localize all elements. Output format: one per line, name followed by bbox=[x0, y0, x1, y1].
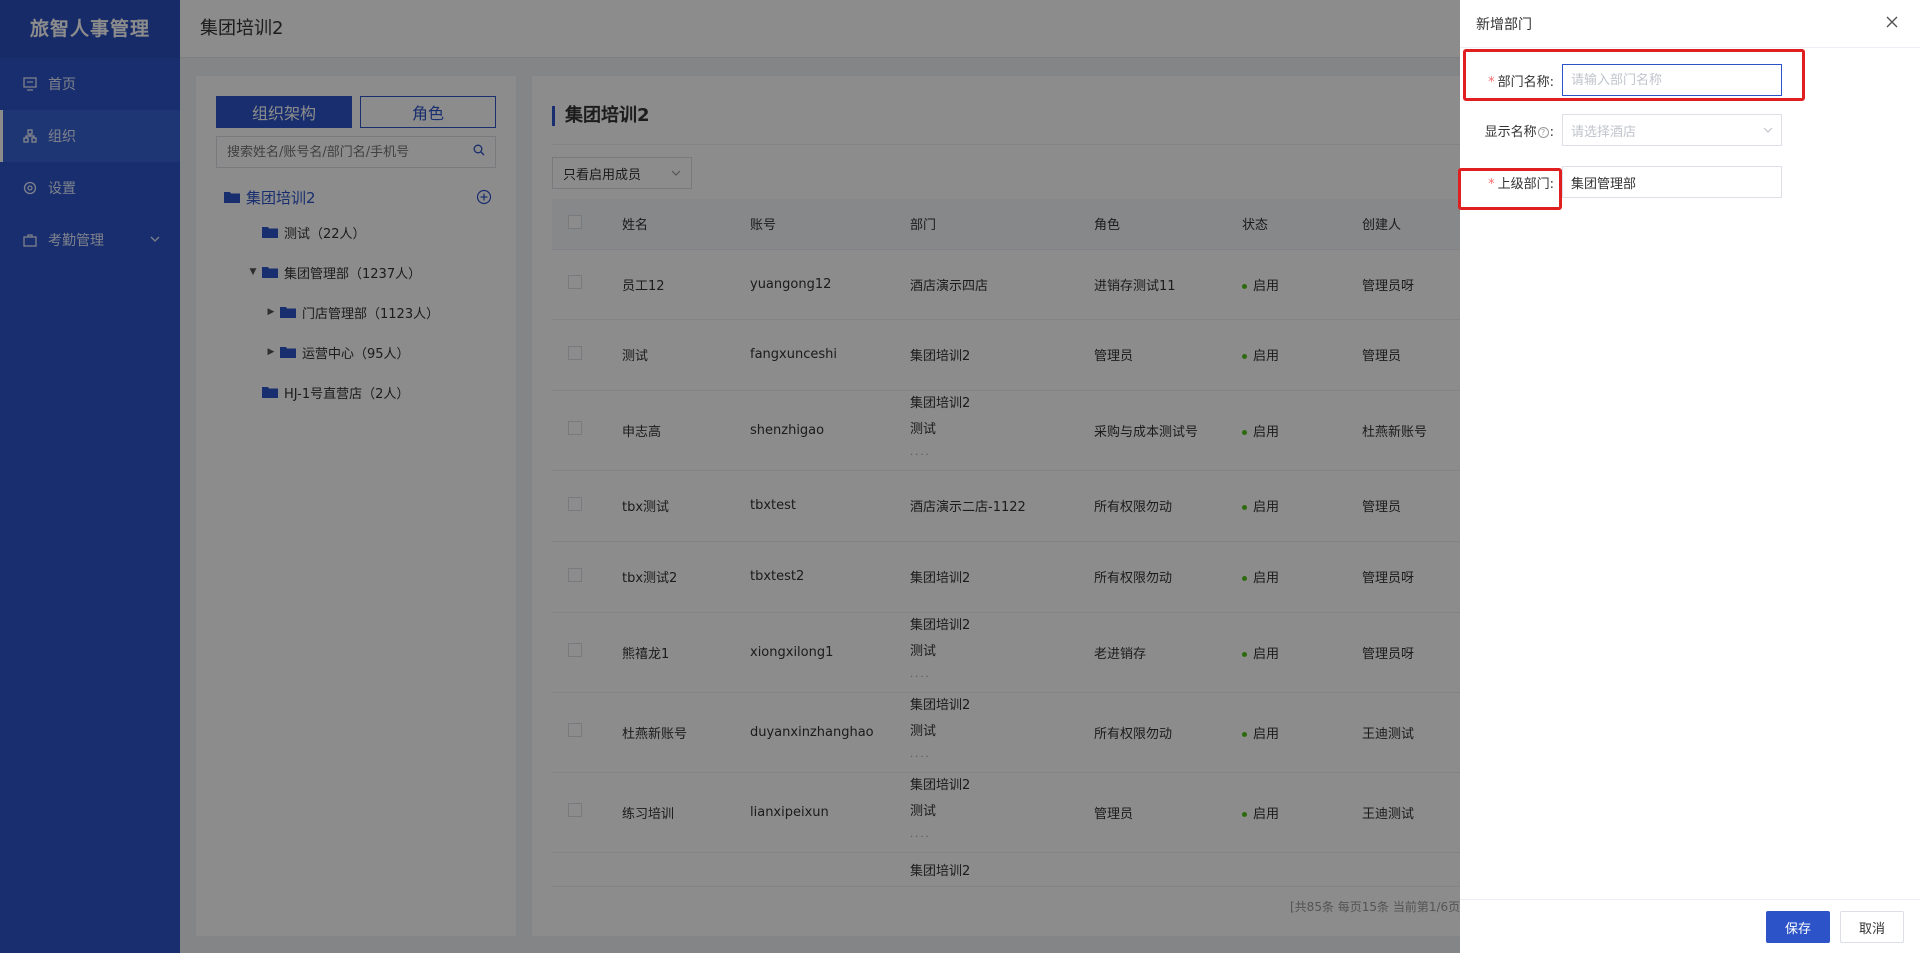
drawer-title: 新增部门 bbox=[1476, 16, 1532, 33]
parent-dept-field[interactable]: 集团管理部 bbox=[1562, 166, 1782, 198]
close-icon[interactable] bbox=[1884, 14, 1902, 32]
highlight-box-parent-dept bbox=[1458, 168, 1562, 210]
highlight-box-dept-name bbox=[1463, 49, 1805, 101]
add-department-drawer: 新增部门 *部门名称: 显示名称?: 请选择酒店 *上级部门: 集团管理部 保存… bbox=[1458, 0, 1920, 953]
save-button[interactable]: 保存 bbox=[1766, 911, 1830, 943]
display-name-row: 显示名称?: 请选择酒店 bbox=[1476, 114, 1782, 146]
display-name-select[interactable]: 请选择酒店 bbox=[1562, 114, 1782, 146]
help-circle-icon[interactable]: ? bbox=[1537, 126, 1549, 138]
chevron-down-icon bbox=[1763, 127, 1773, 133]
display-name-colon: : bbox=[1549, 124, 1554, 140]
display-name-label-text: 显示名称 bbox=[1484, 124, 1537, 140]
cancel-button[interactable]: 取消 bbox=[1840, 911, 1904, 943]
display-name-label: 显示名称?: bbox=[1476, 121, 1562, 140]
display-name-placeholder: 请选择酒店 bbox=[1571, 124, 1637, 140]
drawer-footer: 保存 取消 bbox=[1460, 899, 1920, 953]
drawer-header: 新增部门 bbox=[1460, 0, 1920, 48]
parent-dept-value: 集团管理部 bbox=[1571, 176, 1637, 192]
modal-overlay[interactable] bbox=[0, 0, 1460, 953]
